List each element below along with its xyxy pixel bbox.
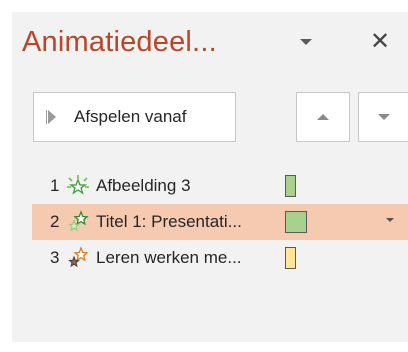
- move-up-button[interactable]: [296, 92, 350, 142]
- pane-options-button[interactable]: [296, 30, 316, 54]
- animation-list: 1 Afbeelding 3 2 Titel 1: Presentati... …: [32, 168, 408, 276]
- entrance-star-icon: [68, 210, 89, 232]
- emphasis-star-icon: [68, 246, 89, 268]
- chevron-down-icon: [300, 39, 312, 45]
- close-icon: ✕: [369, 28, 391, 55]
- play-from-label: Afspelen vanaf: [74, 107, 187, 126]
- animation-number: 3: [50, 248, 60, 267]
- animation-item[interactable]: 3 Leren werken me...: [32, 240, 408, 276]
- move-down-icon: [377, 114, 390, 120]
- entrance-star-icon: [67, 175, 89, 195]
- play-from-button[interactable]: Afspelen vanaf: [33, 92, 236, 142]
- animation-number: 2: [50, 212, 60, 231]
- timing-bar[interactable]: [285, 247, 296, 269]
- animation-label: Afbeelding 3: [96, 176, 191, 195]
- move-down-button[interactable]: [358, 92, 408, 142]
- timing-bar[interactable]: [285, 211, 307, 233]
- move-up-icon: [317, 114, 329, 120]
- animation-item[interactable]: 2 Titel 1: Presentati...: [32, 204, 408, 240]
- timing-bar[interactable]: [285, 175, 296, 197]
- play-icon: [46, 110, 56, 124]
- animation-number: 1: [50, 176, 60, 195]
- animation-label: Titel 1: Presentati...: [96, 212, 242, 231]
- animation-label: Leren werken me...: [96, 248, 242, 267]
- animation-item[interactable]: 1 Afbeelding 3: [32, 168, 408, 204]
- pane-title: Animatiedeel...: [22, 26, 217, 58]
- close-pane-button[interactable]: ✕: [368, 30, 392, 54]
- chevron-down-icon[interactable]: [386, 218, 394, 222]
